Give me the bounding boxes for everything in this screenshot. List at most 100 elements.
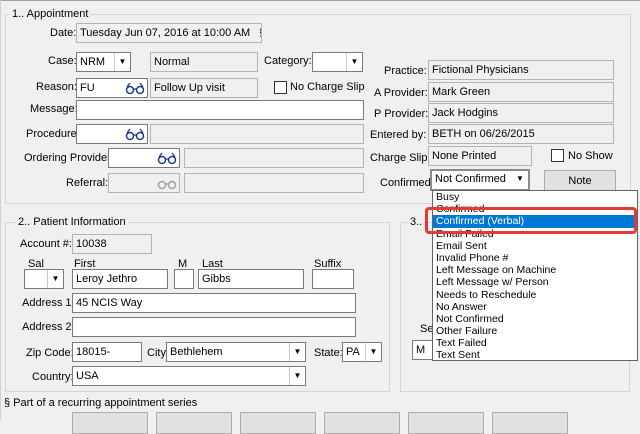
no-charge-slip-label: No Charge Slip <box>290 81 365 93</box>
dropdown-option[interactable]: Text Failed <box>433 337 637 349</box>
message-input[interactable] <box>76 100 364 120</box>
referral-label: Referral: <box>66 177 109 189</box>
category-label: Category: <box>264 55 312 67</box>
reason-description: Follow Up visit <box>150 78 258 98</box>
lookup-glasses-icon[interactable] <box>125 81 145 95</box>
no-show-label: No Show <box>568 150 613 162</box>
city-select[interactable]: Bethlehem ▼ <box>166 342 306 362</box>
highlight-annotation <box>425 207 637 234</box>
category-select[interactable]: ▼ <box>312 52 363 72</box>
section3-select-value: M <box>416 344 426 356</box>
reason-input[interactable]: FU <box>76 78 148 98</box>
chevron-down-icon: ▼ <box>512 171 528 187</box>
dropdown-option[interactable]: Busy <box>433 191 637 203</box>
no-charge-slip-checkbox[interactable] <box>274 81 287 94</box>
address1-input[interactable]: 45 NCIS Way <box>72 293 356 313</box>
address1-label: Address 1: <box>22 297 75 309</box>
bottom-button-3[interactable] <box>240 412 316 434</box>
section3-title: 3.. <box>408 216 425 228</box>
procedure-description <box>150 124 364 144</box>
bottom-button-5[interactable] <box>408 412 484 434</box>
practice-label: Practice: <box>384 65 427 77</box>
country-label: Country: <box>32 371 74 383</box>
dropdown-option[interactable]: Needs to Reschedule <box>433 289 637 301</box>
bottom-button-6[interactable] <box>492 412 568 434</box>
entered-by-label: Entered by: <box>370 129 427 141</box>
lookup-glasses-icon[interactable] <box>125 127 145 141</box>
bottom-button-4[interactable] <box>324 412 400 434</box>
patient-group-title: 2.. Patient Information <box>16 216 128 228</box>
ordering-provider-label: Ordering Provider: <box>24 152 114 164</box>
address2-label: Address 2: <box>22 321 75 333</box>
no-show-checkbox[interactable] <box>551 149 564 162</box>
account-value: 10038 <box>72 234 152 254</box>
confirmed-select-value: Not Confirmed <box>435 173 506 185</box>
practice-value: Fictional Physicians <box>428 60 614 80</box>
case-description: Normal <box>150 52 258 72</box>
chevron-down-icon: ▼ <box>346 53 362 71</box>
charge-slip-label: Charge Slip: <box>370 152 431 164</box>
note-button[interactable]: Note <box>544 170 616 192</box>
chevron-down-icon: ▼ <box>47 270 63 288</box>
confirmed-label: Confirmed: <box>380 177 434 189</box>
reason-label: Reason: <box>36 81 77 93</box>
charge-slip-value: None Printed <box>428 146 532 166</box>
dropdown-option[interactable]: Invalid Phone # <box>433 252 637 264</box>
state-select[interactable]: PA ▼ <box>342 342 382 362</box>
confirmed-select[interactable]: Not Confirmed ▼ <box>432 171 528 189</box>
first-name-input[interactable]: Leroy Jethro <box>72 269 168 289</box>
zip-input[interactable]: 18015- <box>72 342 142 362</box>
case-select[interactable]: NRM ▼ <box>76 52 131 72</box>
chevron-down-icon: ▼ <box>114 53 130 71</box>
state-label: State: <box>314 347 343 359</box>
lookup-glasses-icon <box>157 180 177 190</box>
window-left-border <box>0 0 1 420</box>
account-label: Account #: <box>20 238 72 250</box>
zip-label: Zip Code: <box>26 347 74 359</box>
salutation-select[interactable]: ▼ <box>24 269 64 289</box>
recurring-note: § Part of a recurring appointment series <box>4 397 198 409</box>
p-provider-value: Jack Hodgins <box>428 103 614 123</box>
procedure-label: Procedure: <box>26 128 80 140</box>
dropdown-option[interactable]: No Answer <box>433 301 637 313</box>
country-value: USA <box>76 370 99 382</box>
address2-input[interactable] <box>72 317 356 337</box>
bottom-button-1[interactable] <box>72 412 148 434</box>
dropdown-option[interactable]: Other Failure <box>433 325 637 337</box>
date-label: Date: <box>50 27 77 39</box>
chevron-down-icon: ▼ <box>365 343 381 361</box>
a-provider-label: A Provider: <box>374 87 428 99</box>
message-label: Message: <box>30 103 78 115</box>
city-value: Bethlehem <box>170 346 223 358</box>
middle-initial-input[interactable] <box>174 269 194 289</box>
dropdown-option[interactable]: Not Confirmed <box>433 313 637 325</box>
a-provider-value: Mark Green <box>428 82 614 102</box>
lookup-glasses-icon[interactable] <box>157 151 177 165</box>
reason-input-value: FU <box>80 82 95 94</box>
window-top-border <box>0 0 640 1</box>
ordering-provider-description <box>184 148 364 168</box>
date-value: Tuesday Jun 07, 2016 at 10:00 AM § <box>76 23 262 43</box>
referral-description <box>184 173 364 193</box>
case-select-value: NRM <box>80 56 106 68</box>
dropdown-option[interactable]: Left Message on Machine <box>433 264 637 276</box>
p-provider-label: P Provider: <box>374 108 429 120</box>
recurring-symbol: § <box>259 27 261 39</box>
chevron-down-icon: ▼ <box>289 367 305 385</box>
appointment-group-title: 1.. Appointment <box>10 8 91 20</box>
entered-by-value: BETH on 06/26/2015 <box>428 124 614 144</box>
dropdown-option[interactable]: Email Sent <box>433 240 637 252</box>
chevron-down-icon: ▼ <box>289 343 305 361</box>
dropdown-option[interactable]: Left Message w/ Person <box>433 276 637 288</box>
suffix-input[interactable] <box>312 269 354 289</box>
procedure-input[interactable] <box>76 124 148 144</box>
country-select[interactable]: USA ▼ <box>72 366 306 386</box>
referral-input <box>108 173 180 193</box>
bottom-button-2[interactable] <box>156 412 232 434</box>
date-text: Tuesday Jun 07, 2016 at 10:00 AM <box>80 27 251 39</box>
state-value: PA <box>346 346 360 358</box>
case-label: Case: <box>48 55 77 67</box>
last-name-input[interactable]: Gibbs <box>198 269 304 289</box>
dropdown-option[interactable]: Text Sent <box>433 349 637 361</box>
ordering-provider-input[interactable] <box>108 148 180 168</box>
